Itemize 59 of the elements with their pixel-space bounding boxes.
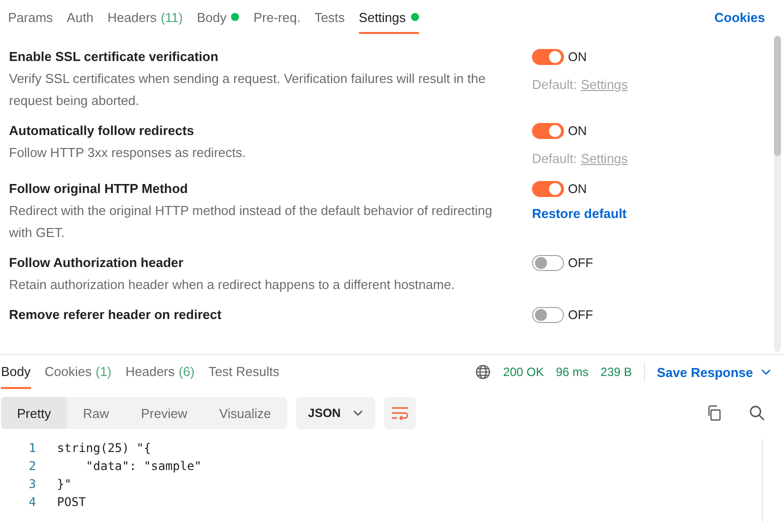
toggle-switch[interactable] — [532, 255, 564, 271]
code-line: string(25) "{ — [57, 441, 151, 455]
view-mode-tab[interactable]: Visualize — [203, 397, 288, 429]
line-number: 4 — [28, 495, 36, 509]
request-tab[interactable]: Params — [8, 0, 53, 34]
setting-title: Follow Authorization header — [9, 254, 184, 272]
setting-description: Verify SSL certificates when sending a request. Verification failures will result in the request being aborted. — [9, 70, 486, 110]
wrap-lines-icon — [390, 406, 409, 420]
response-tab[interactable]: Headers (6) — [126, 355, 195, 389]
format-dropdown[interactable]: JSON — [296, 397, 375, 429]
toggle-switch[interactable] — [532, 49, 564, 65]
toggle-state-label: OFF — [568, 308, 593, 322]
default-label: Default: — [532, 150, 577, 168]
line-number: 2 — [28, 459, 36, 473]
toggle-state-label: ON — [568, 182, 587, 196]
code-line: }" — [57, 477, 72, 491]
setting-description: Redirect with the original HTTP method instead of the default behavior of redirecting with GET. — [9, 202, 494, 242]
response-size: 239 B — [600, 365, 632, 379]
response-time: 96 ms — [556, 365, 589, 379]
request-tab[interactable]: Settings — [358, 0, 419, 34]
toggle-state-label: ON — [568, 50, 587, 64]
request-tab[interactable]: Auth — [66, 0, 94, 34]
setting-title: Follow original HTTP Method — [9, 180, 189, 198]
line-number: 1 — [28, 441, 36, 455]
request-tab[interactable]: Headers (11) — [108, 0, 183, 34]
status-code: 200 OK — [503, 365, 544, 379]
search-icon[interactable] — [749, 405, 765, 421]
wrap-lines-button[interactable] — [384, 397, 416, 429]
toggle-switch[interactable] — [532, 307, 564, 323]
cookies-link[interactable]: Cookies — [714, 0, 765, 34]
setting-title: Remove referer header on redirect — [9, 306, 222, 324]
copy-icon[interactable] — [706, 405, 722, 421]
globe-icon — [475, 364, 492, 380]
setting-title: Enable SSL certificate verification — [9, 48, 220, 66]
setting-description: Retain authorization header when a redirect happens to a different hostname. — [9, 276, 456, 294]
code-line: POST — [57, 495, 86, 509]
scrollbar[interactable] — [774, 36, 781, 352]
view-mode-tab[interactable]: Raw — [66, 397, 125, 429]
view-mode-tab[interactable]: Pretty — [1, 397, 67, 429]
view-mode-tab[interactable]: Preview — [124, 397, 204, 429]
chevron-down-icon — [352, 410, 363, 416]
chevron-down-icon — [761, 369, 771, 375]
save-response-button[interactable]: Save Response — [656, 364, 771, 380]
request-tab[interactable]: Pre-req. — [253, 0, 300, 34]
response-tab[interactable]: Test Results — [208, 355, 280, 389]
toggle-switch[interactable] — [532, 123, 564, 139]
default-label: Default: — [532, 76, 577, 94]
setting-title: Automatically follow redirects — [9, 122, 195, 140]
response-tab[interactable]: Body — [1, 355, 31, 389]
toggle-state-label: OFF — [568, 256, 593, 270]
line-number: 3 — [28, 477, 36, 491]
toggle-switch[interactable] — [532, 181, 564, 197]
setting-description: Follow HTTP 3xx responses as redirects. — [9, 144, 247, 162]
response-tab[interactable]: Cookies (1) — [44, 355, 112, 389]
code-line: "data": "sample" — [84, 459, 202, 473]
toggle-state-label: ON — [568, 124, 587, 138]
request-tab[interactable]: Body — [196, 0, 240, 34]
restore-default-link[interactable]: Restore default — [532, 206, 627, 221]
request-tab[interactable]: Tests — [314, 0, 345, 34]
